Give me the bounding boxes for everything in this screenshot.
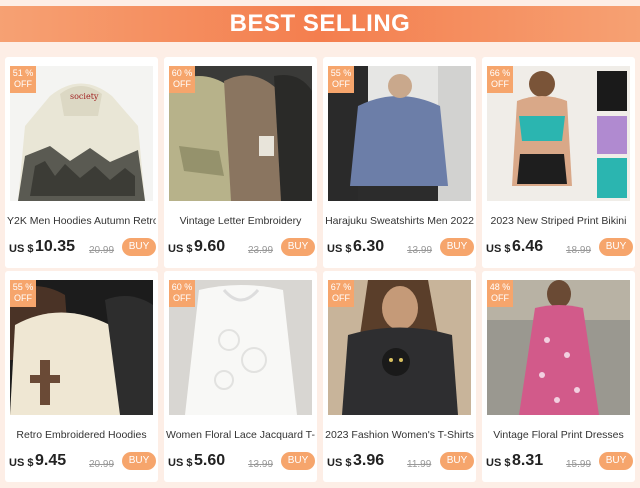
product-card[interactable]: society 51 % OFF Y2K Men Hoodies Autumn R… — [5, 57, 158, 268]
product-image[interactable]: 55 % OFF — [10, 280, 153, 415]
svg-text:society: society — [70, 92, 99, 101]
product-price: 10.35 — [35, 238, 76, 255]
best-selling-banner: BEST SELLING — [0, 6, 640, 42]
banner-title: BEST SELLING — [229, 10, 411, 37]
product-image[interactable]: 48 % OFF — [487, 280, 630, 415]
product-title[interactable]: Retro Embroidered Hoodies — [7, 429, 156, 443]
product-card[interactable]: 48 % OFF Vintage Floral Print Dresses US … — [482, 271, 635, 482]
discount-badge: 66 % OFF — [487, 66, 513, 93]
original-price: 13.99 — [407, 245, 433, 256]
buy-button[interactable]: BUY — [122, 238, 156, 256]
product-image[interactable]: 66 % OFF — [487, 66, 630, 201]
product-title[interactable]: Vintage Floral Print Dresses — [484, 429, 633, 443]
product-card[interactable]: 60 % OFF Women Floral Lace Jacquard T- US… — [164, 271, 317, 482]
buy-button[interactable]: BUY — [440, 452, 474, 470]
product-card[interactable]: 66 % OFF 2023 New Striped Print Bikini US… — [482, 57, 635, 268]
product-card[interactable]: 55 % OFF Retro Embroidered Hoodies US $ 9… — [5, 271, 158, 482]
buy-button[interactable]: BUY — [281, 238, 315, 256]
product-card[interactable]: 60 % OFF Vintage Letter Embroidery US $ 9… — [164, 57, 317, 268]
product-price: 6.46 — [512, 238, 544, 255]
discount-badge: 60 % OFF — [169, 280, 195, 307]
discount-badge: 55 % OFF — [10, 280, 36, 307]
discount-badge: 48 % OFF — [487, 280, 513, 307]
discount-badge: 60 % OFF — [169, 66, 195, 93]
product-title[interactable]: 2023 Fashion Women's T-Shirts — [325, 429, 474, 443]
currency-label: US $ — [168, 457, 193, 469]
original-price: 11.99 — [407, 459, 432, 470]
currency-label: US $ — [327, 243, 352, 255]
original-price: 15.99 — [566, 459, 592, 470]
discount-badge: 51 % OFF — [10, 66, 36, 93]
buy-button[interactable]: BUY — [440, 238, 474, 256]
product-image[interactable]: 60 % OFF — [169, 66, 312, 201]
original-price: 20.99 — [89, 245, 115, 256]
currency-label: US $ — [9, 457, 34, 469]
buy-button[interactable]: BUY — [599, 238, 633, 256]
product-title[interactable]: Women Floral Lace Jacquard T- — [166, 429, 315, 443]
product-title[interactable]: Vintage Letter Embroidery — [166, 215, 315, 229]
product-title[interactable]: Harajuku Sweatshirts Men 2022 — [325, 215, 474, 229]
currency-label: US $ — [9, 243, 34, 255]
currency-label: US $ — [327, 457, 352, 469]
product-price: 5.60 — [194, 452, 226, 469]
discount-badge: 55 % OFF — [328, 66, 354, 93]
product-price: 3.96 — [353, 452, 385, 469]
product-image[interactable]: society 51 % OFF — [10, 66, 153, 201]
currency-label: US $ — [168, 243, 193, 255]
currency-label: US $ — [486, 243, 511, 255]
product-price: 9.45 — [35, 452, 67, 469]
product-image[interactable]: 67 % OFF — [328, 280, 471, 415]
buy-button[interactable]: BUY — [599, 452, 633, 470]
original-price: 23.99 — [248, 245, 274, 256]
product-card[interactable]: 67 % OFF 2023 Fashion Women's T-Shirts US… — [323, 271, 476, 482]
buy-button[interactable]: BUY — [281, 452, 315, 470]
product-price: 8.31 — [512, 452, 544, 469]
product-image[interactable]: 55 % OFF — [328, 66, 471, 201]
original-price: 18.99 — [566, 245, 592, 256]
product-image[interactable]: 60 % OFF — [169, 280, 312, 415]
discount-badge: 67 % OFF — [328, 280, 354, 307]
currency-label: US $ — [486, 457, 511, 469]
original-price: 13.99 — [248, 459, 274, 470]
product-title[interactable]: 2023 New Striped Print Bikini — [484, 215, 633, 229]
product-price: 9.60 — [194, 238, 226, 255]
original-price: 20.99 — [89, 459, 115, 470]
product-price: 6.30 — [353, 238, 385, 255]
buy-button[interactable]: BUY — [122, 452, 156, 470]
product-title[interactable]: Y2K Men Hoodies Autumn Retro — [7, 215, 156, 229]
product-card[interactable]: 55 % OFF Harajuku Sweatshirts Men 2022 US… — [323, 57, 476, 268]
